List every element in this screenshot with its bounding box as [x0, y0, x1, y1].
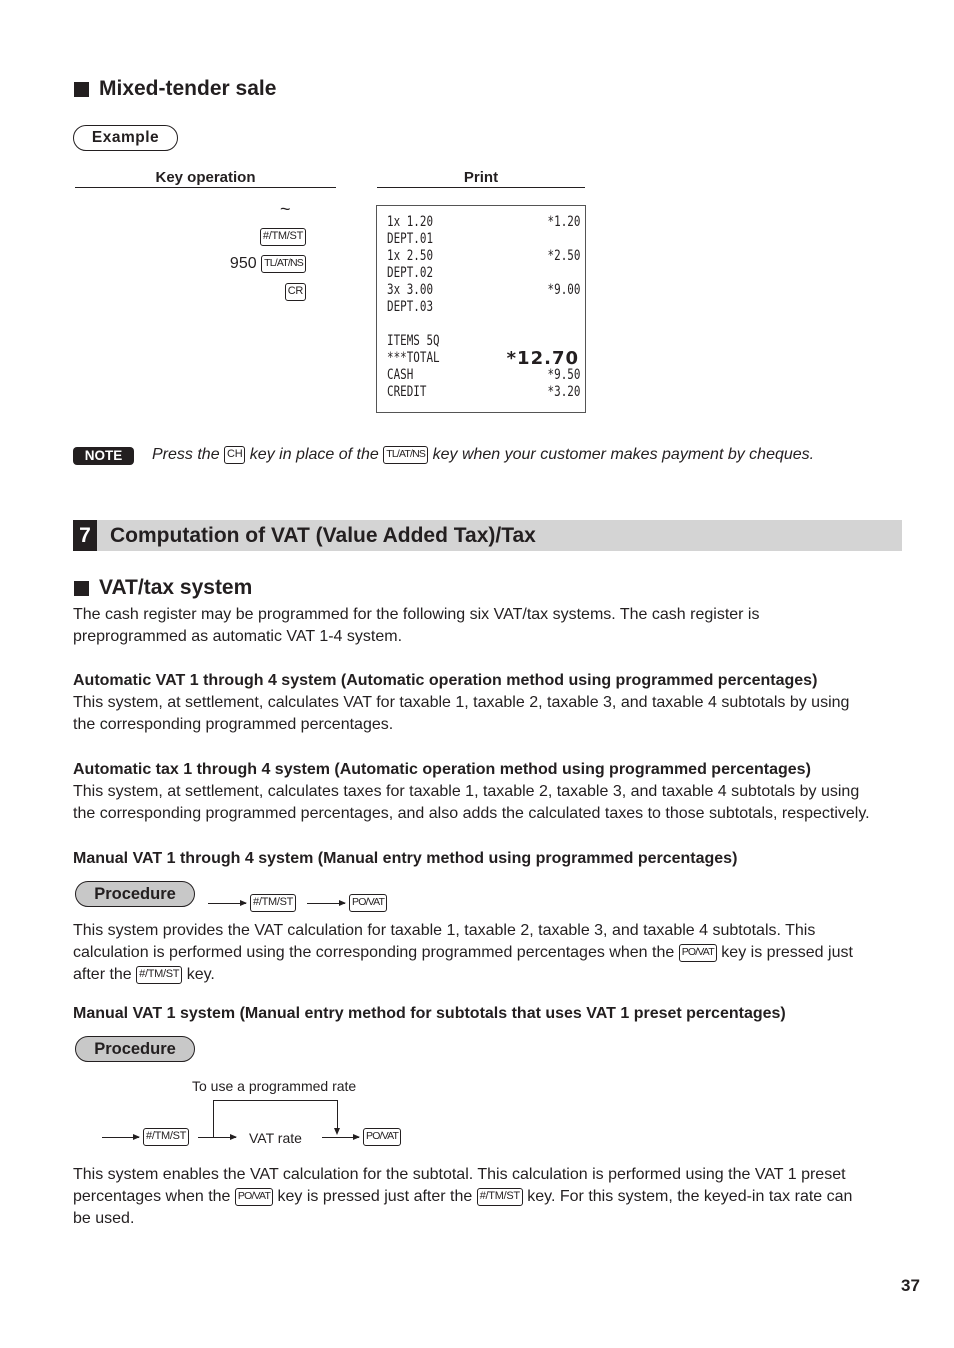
ch-key: CH [224, 446, 246, 464]
tl-at-ns-key: TL/AT/NS [383, 446, 429, 464]
bypass-label: To use a programmed rate [192, 1078, 357, 1094]
amount-entry: 950 [229, 255, 257, 273]
auto-vat-block: Automatic VAT 1 through 4 system (Automa… [73, 670, 933, 736]
receipt-line: 3x 3.00 *9.00 [387, 282, 581, 298]
key-op-row: CR [284, 283, 306, 301]
bypass-line-right [337, 1100, 338, 1130]
mixed-tender-heading: Mixed-tender sale [74, 77, 276, 101]
receipt-line: DEPT.02 [387, 265, 434, 281]
receipt-line: CREDIT *3.20 [387, 384, 581, 400]
receipt-line: DEPT.01 [387, 231, 434, 247]
tm-st-key: #/TM/ST [250, 894, 297, 912]
po-vat-key: PO/VAT [349, 894, 388, 912]
auto-tax-block: Automatic tax 1 through 4 system (Automa… [73, 759, 943, 825]
procedure-label: Procedure [75, 881, 195, 907]
receipt-line: DEPT.03 [387, 299, 434, 315]
arrow-right-icon [208, 900, 247, 906]
arrow-right-icon [198, 1134, 237, 1140]
arrow-down-icon [334, 1128, 340, 1135]
receipt-line: 1x 1.20 *1.20 [387, 214, 581, 230]
receipt-line: CASH *9.50 [387, 367, 581, 383]
omission-tilde-icon: ~ [280, 199, 291, 219]
note-badge: NOTE [73, 447, 134, 465]
vat-system-heading: VAT/tax system [74, 576, 252, 600]
key-op-row: 950 TL/AT/NS [230, 255, 306, 273]
arrow-right-icon [307, 900, 346, 906]
example-label: Example [73, 125, 178, 151]
print-header: Print [377, 169, 585, 188]
key-operation-header: Key operation [75, 169, 336, 188]
section-title: Computation of VAT (Value Added Tax)/Tax [110, 524, 536, 547]
arrow-right-icon [322, 1134, 360, 1140]
po-vat-key: PO/VAT [678, 943, 717, 962]
vat-intro: The cash register may be programmed for … [73, 606, 760, 645]
vat-rate-label: VAT rate [249, 1130, 302, 1146]
mixed-tender-heading-text: Mixed-tender sale [99, 77, 277, 100]
section-number: 7 [73, 520, 97, 551]
bypass-line-top [213, 1100, 337, 1101]
manual-vat14-description: This system provides the VAT calculation… [73, 922, 853, 984]
arrow-right-icon [102, 1134, 140, 1140]
tm-st-key: #/TM/ST [476, 1187, 523, 1206]
tm-st-key: #/TM/ST [259, 228, 306, 246]
tm-st-key: #/TM/ST [136, 965, 183, 984]
bypass-line-left [213, 1100, 214, 1137]
auto-vat-title: Automatic VAT 1 through 4 system (Automa… [73, 672, 818, 689]
square-bullet-icon [74, 81, 89, 97]
tm-st-key: #/TM/ST [143, 1128, 190, 1146]
page-number: 37 [901, 1276, 920, 1295]
manual-vat1-description: This system enables the VAT calculation … [73, 1166, 853, 1227]
auto-tax-title: Automatic tax 1 through 4 system (Automa… [73, 761, 811, 778]
po-vat-key: PO/VAT [363, 1128, 402, 1146]
tl-at-ns-key: TL/AT/NS [261, 255, 306, 273]
procedure-label: Procedure [75, 1036, 195, 1062]
cr-key: CR [284, 283, 306, 301]
manual-vat14-title: Manual VAT 1 through 4 system (Manual en… [73, 850, 738, 867]
receipt-line: 1x 2.50 *2.50 [387, 248, 581, 264]
manual-vat1-title: Manual VAT 1 system (Manual entry method… [73, 1005, 786, 1022]
square-bullet-icon [74, 580, 89, 596]
key-op-row: #/TM/ST [259, 228, 306, 246]
po-vat-key: PO/VAT [234, 1187, 274, 1206]
note-text: Press the CH key in place of the TL/AT/N… [152, 446, 815, 464]
receipt-total-amount: *12.70 [506, 348, 579, 369]
receipt-print: 1x 1.20 *1.20 DEPT.01 1x 2.50 *2.50 DEPT.0… [376, 205, 586, 413]
